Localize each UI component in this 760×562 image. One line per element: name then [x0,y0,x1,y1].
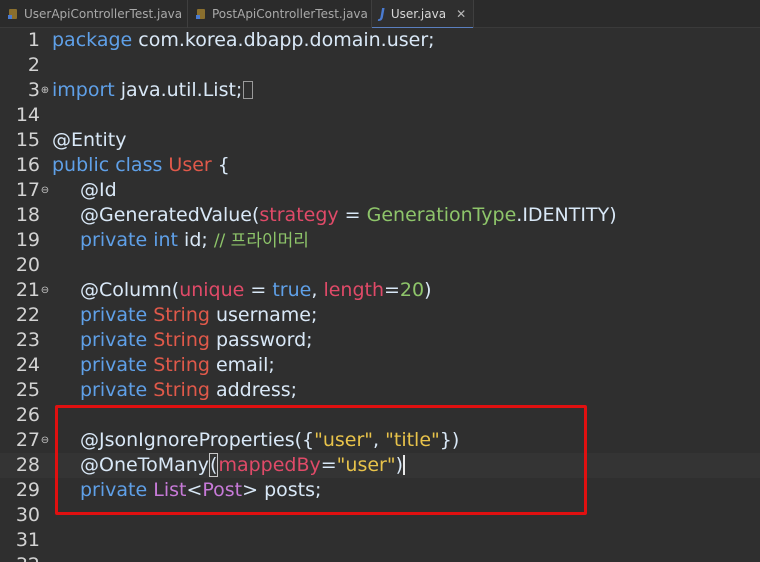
java-file-icon [196,8,206,20]
code-line: 22 private String username; [0,303,760,328]
java-file-icon [8,8,18,20]
code-line: 24 private String email; [0,353,760,378]
line-number: 14 [15,104,40,126]
collapse-fold-icon[interactable]: ⊖ [40,278,50,303]
java-class-icon: J [380,6,385,22]
code-line: 18 @GeneratedValue(strategy = Generation… [0,203,760,228]
tab-user-java[interactable]: J User.java ✕ [372,0,474,29]
code-line: 21 ⊖ @Column(unique = true, length=20) [0,278,760,303]
tab-label: User.java [390,7,447,21]
code-line: 27 ⊖ @JsonIgnoreProperties({"user", "tit… [0,428,760,453]
line-number: 30 [15,504,40,526]
code-line: 2 [0,53,760,78]
code-line: 23 private String password; [0,328,760,353]
close-icon[interactable]: ✕ [456,7,466,21]
line-number: 22 [15,304,40,326]
collapse-fold-icon[interactable]: ⊖ [40,178,50,203]
code-line: 20 [0,253,760,278]
line-number: 23 [15,329,40,351]
code-line: 25 private String address; [0,378,760,403]
line-number: 31 [15,529,40,551]
line-number: 20 [15,254,40,276]
current-code-line: 28 @OneToMany(mappedBy="user") [0,453,760,478]
line-number: 32 [0,553,40,562]
tab-label: UserApiControllerTest.java [24,7,183,21]
code-line: 32 [0,553,760,562]
line-number: 21 [15,279,40,301]
line-number: 24 [15,354,40,376]
tab-label: PostApiControllerTest.java [212,7,368,21]
code-line: 14 [0,103,760,128]
editor-tab-bar: UserApiControllerTest.java PostApiContro… [0,0,760,29]
code-editor[interactable]: 1 package com.korea.dbapp.domain.user; 2… [0,28,760,562]
text-cursor [403,455,406,475]
folded-imports-marker[interactable] [243,81,254,99]
line-number: 19 [15,229,40,251]
code-line: 3 ⊕ import java.util.List; [0,78,760,103]
code-line: 17 ⊖ @Id [0,178,760,203]
code-line: 26 [0,403,760,428]
line-number: 18 [15,204,40,226]
expand-fold-icon[interactable]: ⊕ [40,78,50,103]
line-number: 28 [15,454,40,476]
tab-post-api-controller-test[interactable]: PostApiControllerTest.java [188,0,372,28]
code-line: 19 private int id; // 프라이머리 [0,228,760,253]
collapse-fold-icon[interactable]: ⊖ [40,428,50,453]
line-number: 15 [15,129,40,151]
line-number: 1 [27,29,40,51]
code-line: 31 [0,528,760,553]
line-number: 16 [15,154,40,176]
code-line: 15 @Entity [0,128,760,153]
line-number: 3 [27,79,40,101]
line-number: 25 [15,379,40,401]
code-line: 16 public class User { [0,153,760,178]
code-line: 30 [0,503,760,528]
line-number: 29 [15,479,40,501]
line-number: 27 [15,429,40,451]
line-number: 2 [27,54,40,76]
line-number: 17 [15,179,40,201]
code-line: 29 private List<Post> posts; [0,478,760,503]
code-line: 1 package com.korea.dbapp.domain.user; [0,28,760,53]
line-number: 26 [15,404,40,426]
tab-user-api-controller-test[interactable]: UserApiControllerTest.java [0,0,188,28]
